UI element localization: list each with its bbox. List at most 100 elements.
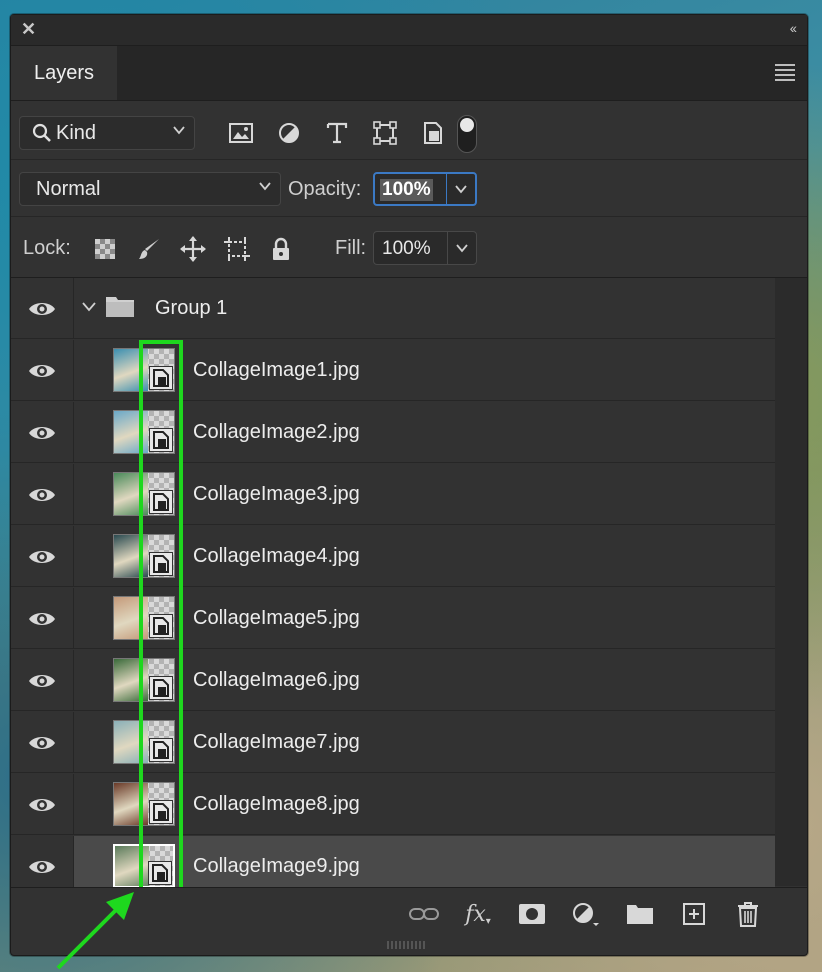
opacity-dropdown-button[interactable] <box>446 174 475 204</box>
kind-filter-label: Kind <box>56 121 97 144</box>
layer-thumbnail[interactable] <box>113 596 175 640</box>
layer-name: CollageImage4.jpg <box>193 545 360 567</box>
visibility-toggle[interactable] <box>11 402 74 463</box>
new-layer-icon[interactable] <box>667 896 721 932</box>
fill-dropdown-button[interactable] <box>447 232 476 264</box>
collapse-panel-button[interactable]: ‹‹ <box>790 20 797 36</box>
layer-row[interactable]: CollageImage7.jpg <box>11 712 775 773</box>
layer-row[interactable]: CollageImage8.jpg <box>11 774 775 835</box>
visibility-toggle[interactable] <box>11 650 74 711</box>
blend-mode-select[interactable]: Normal <box>19 172 281 206</box>
smart-object-badge-icon <box>149 552 173 576</box>
link-layers-icon[interactable] <box>397 896 451 932</box>
lock-position-icon[interactable] <box>171 231 215 267</box>
layers-scrollbar[interactable] <box>775 278 807 886</box>
layer-thumbnail[interactable] <box>113 472 175 516</box>
panel-tab-bar: Layers <box>11 46 807 101</box>
layer-thumbnail-image <box>114 783 148 825</box>
layer-name: CollageImage6.jpg <box>193 669 360 691</box>
layer-name: CollageImage5.jpg <box>193 607 360 629</box>
visibility-toggle[interactable] <box>11 774 74 835</box>
layer-thumbnail[interactable] <box>113 844 175 888</box>
layer-row[interactable]: CollageImage2.jpg <box>11 402 775 463</box>
type-layer-filter-icon[interactable] <box>313 115 361 151</box>
layer-thumbnail[interactable] <box>113 720 175 764</box>
close-panel-button[interactable]: ✕ <box>21 19 36 40</box>
visibility-toggle[interactable] <box>11 526 74 587</box>
layer-group-row[interactable]: Group 1 <box>11 278 775 339</box>
layer-thumbnail-image <box>114 349 148 391</box>
layer-thumbnail-image <box>114 535 148 577</box>
new-group-icon[interactable] <box>613 896 667 932</box>
visibility-toggle[interactable] <box>11 588 74 649</box>
layer-row[interactable]: CollageImage4.jpg <box>11 526 775 587</box>
chevron-down-icon <box>455 185 467 194</box>
blend-row: Normal Opacity: 100% <box>11 160 807 217</box>
kind-filter-select[interactable]: Kind <box>19 116 195 150</box>
smart-object-badge-icon <box>149 490 173 514</box>
layer-thumbnail[interactable] <box>113 658 175 702</box>
opacity-input[interactable]: 100% <box>373 172 477 206</box>
layer-thumbnail-image <box>115 846 149 886</box>
annotation-arrow <box>56 892 134 970</box>
chevron-down-icon <box>259 182 271 191</box>
layer-thumbnail-image <box>114 411 148 453</box>
layer-row[interactable]: CollageImage3.jpg <box>11 464 775 525</box>
layer-name: CollageImage7.jpg <box>193 731 360 753</box>
layer-thumbnail[interactable] <box>113 534 175 578</box>
lock-transparent-pixels-icon[interactable] <box>83 231 127 267</box>
eye-icon <box>29 798 55 811</box>
smart-object-filter-icon[interactable] <box>409 115 457 151</box>
layer-thumbnail[interactable] <box>113 410 175 454</box>
layer-row[interactable]: CollageImage1.jpg <box>11 340 775 401</box>
eye-icon <box>29 364 55 377</box>
panel-menu-icon[interactable] <box>775 64 795 84</box>
eye-icon <box>29 302 55 315</box>
fill-label: Fill: <box>335 237 367 259</box>
opacity-label: Opacity: <box>288 178 362 200</box>
add-mask-icon[interactable] <box>505 896 559 932</box>
adjustment-layer-filter-icon[interactable] <box>265 115 313 151</box>
smart-object-badge-icon <box>149 366 173 390</box>
smart-object-badge-icon <box>149 800 173 824</box>
pixel-layer-filter-icon[interactable] <box>217 115 265 151</box>
lock-artboard-icon[interactable] <box>215 231 259 267</box>
visibility-toggle[interactable] <box>11 464 74 525</box>
panel-resize-grip[interactable] <box>387 941 427 949</box>
blend-mode-value: Normal <box>36 177 101 200</box>
filter-toggle-switch[interactable] <box>457 115 477 153</box>
search-icon <box>32 123 51 142</box>
layer-name: CollageImage1.jpg <box>193 359 360 381</box>
opacity-value[interactable]: 100% <box>380 179 433 201</box>
layers-panel: ✕ ‹‹ Layers Kind Normal Opacity: 100% Lo… <box>10 14 808 956</box>
chevron-down-icon[interactable] <box>81 300 97 314</box>
eye-icon <box>29 488 55 501</box>
tab-layers[interactable]: Layers <box>11 46 117 100</box>
shape-layer-filter-icon[interactable] <box>361 115 409 151</box>
layer-thumbnail[interactable] <box>113 348 175 392</box>
lock-label: Lock: <box>23 237 71 259</box>
smart-object-badge-icon <box>148 861 172 885</box>
lock-all-icon[interactable] <box>259 231 303 267</box>
fx-icon[interactable]: fx ▾ <box>451 896 505 932</box>
eye-icon <box>29 426 55 439</box>
visibility-toggle[interactable] <box>11 278 74 339</box>
chevron-down-icon <box>456 244 468 253</box>
layer-thumbnail-image <box>114 597 148 639</box>
visibility-toggle[interactable] <box>11 712 74 773</box>
visibility-toggle[interactable] <box>11 340 74 401</box>
layer-name: CollageImage9.jpg <box>193 855 360 877</box>
eye-icon <box>29 736 55 749</box>
fill-value[interactable]: 100% <box>382 238 431 260</box>
chevron-down-icon <box>173 126 185 135</box>
layer-thumbnail[interactable] <box>113 782 175 826</box>
layer-row[interactable]: CollageImage5.jpg <box>11 588 775 649</box>
fill-input[interactable]: 100% <box>373 231 477 265</box>
layer-row[interactable]: CollageImage6.jpg <box>11 650 775 711</box>
new-adjustment-layer-icon[interactable] <box>559 896 613 932</box>
delete-layer-icon[interactable] <box>721 896 775 932</box>
lock-image-pixels-icon[interactable] <box>127 231 171 267</box>
eye-icon <box>29 860 55 873</box>
filter-row: Kind <box>11 101 807 160</box>
layer-thumbnail-image <box>114 659 148 701</box>
